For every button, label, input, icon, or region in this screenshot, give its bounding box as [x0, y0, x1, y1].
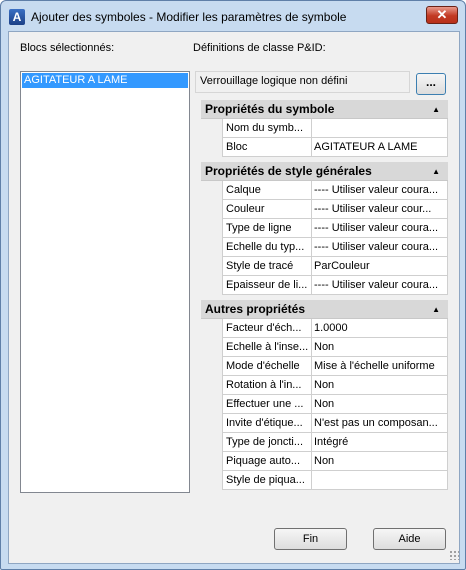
- property-name: Style de piqua...: [222, 471, 311, 490]
- property-name: Bloc: [222, 138, 311, 157]
- property-name: Rotation à l'in...: [222, 376, 311, 395]
- collapse-up-icon[interactable]: ▲: [432, 300, 440, 319]
- selected-blocks-label: Blocs sélectionnés:: [20, 42, 115, 54]
- property-name: Echelle du typ...: [222, 238, 311, 257]
- row-gutter: [201, 452, 222, 471]
- property-row[interactable]: Calque ---- Utiliser valeur coura...: [201, 181, 448, 200]
- title-bar[interactable]: A Ajouter des symboles - Modifier les pa…: [1, 1, 465, 31]
- property-value[interactable]: [311, 119, 448, 138]
- window-title: Ajouter des symboles - Modifier les para…: [31, 10, 347, 24]
- property-row[interactable]: Mode d'échelle Mise à l'échelle uniforme: [201, 357, 448, 376]
- browse-class-button[interactable]: ...: [416, 73, 446, 95]
- category-title: Propriétés du symbole: [205, 102, 335, 116]
- pid-class-definitions-label: Définitions de classe P&ID:: [193, 42, 326, 54]
- property-name: Piquage auto...: [222, 452, 311, 471]
- property-name: Facteur d'éch...: [222, 319, 311, 338]
- property-name: Style de tracé: [222, 257, 311, 276]
- collapse-up-icon[interactable]: ▲: [432, 162, 440, 181]
- property-name: Epaisseur de li...: [222, 276, 311, 295]
- property-row[interactable]: Nom du symb...: [201, 119, 448, 138]
- property-row[interactable]: Effectuer une ... Non: [201, 395, 448, 414]
- category-symbol-properties[interactable]: Propriétés du symbole ▲: [201, 100, 448, 119]
- property-name: Type de joncti...: [222, 433, 311, 452]
- dialog-client-area: Blocs sélectionnés: Définitions de class…: [8, 31, 460, 564]
- property-value[interactable]: ---- Utiliser valeur coura...: [311, 219, 448, 238]
- property-value[interactable]: N'est pas un composan...: [311, 414, 448, 433]
- help-button[interactable]: Aide: [373, 528, 446, 550]
- property-name: Couleur: [222, 200, 311, 219]
- collapse-up-icon[interactable]: ▲: [432, 100, 440, 119]
- property-value[interactable]: [311, 471, 448, 490]
- category-general-style-properties[interactable]: Propriétés de style générales ▲: [201, 162, 448, 181]
- row-gutter: [201, 414, 222, 433]
- property-row[interactable]: Epaisseur de li... ---- Utiliser valeur …: [201, 276, 448, 295]
- property-name: Nom du symb...: [222, 119, 311, 138]
- row-gutter: [201, 433, 222, 452]
- property-value[interactable]: ParCouleur: [311, 257, 448, 276]
- property-value[interactable]: Non: [311, 395, 448, 414]
- autocad-app-icon: A: [9, 9, 25, 25]
- property-row[interactable]: Invite d'étique... N'est pas un composan…: [201, 414, 448, 433]
- property-row[interactable]: Echelle à l'inse... Non: [201, 338, 448, 357]
- row-gutter: [201, 219, 222, 238]
- property-name: Effectuer une ...: [222, 395, 311, 414]
- row-gutter: [201, 357, 222, 376]
- row-gutter: [201, 338, 222, 357]
- property-name: Echelle à l'inse...: [222, 338, 311, 357]
- property-value[interactable]: Non: [311, 376, 448, 395]
- property-value[interactable]: ---- Utiliser valeur coura...: [311, 276, 448, 295]
- row-gutter: [201, 376, 222, 395]
- property-value[interactable]: ---- Utiliser valeur coura...: [311, 181, 448, 200]
- property-row[interactable]: Type de ligne ---- Utiliser valeur coura…: [201, 219, 448, 238]
- row-gutter: [201, 238, 222, 257]
- row-gutter: [201, 119, 222, 138]
- property-value[interactable]: Mise à l'échelle uniforme: [311, 357, 448, 376]
- row-gutter: [201, 319, 222, 338]
- property-name: Mode d'échelle: [222, 357, 311, 376]
- property-row[interactable]: Facteur d'éch... 1.0000: [201, 319, 448, 338]
- category-title: Autres propriétés: [205, 302, 306, 316]
- property-row[interactable]: Style de tracé ParCouleur: [201, 257, 448, 276]
- row-gutter: [201, 395, 222, 414]
- property-value[interactable]: Non: [311, 452, 448, 471]
- row-gutter: [201, 138, 222, 157]
- row-gutter: [201, 257, 222, 276]
- row-gutter: [201, 200, 222, 219]
- property-row[interactable]: Bloc AGITATEUR A LAME: [201, 138, 448, 157]
- row-gutter: [201, 181, 222, 200]
- property-name: Type de ligne: [222, 219, 311, 238]
- property-grid: Propriétés du symbole ▲ Nom du symb... B…: [201, 100, 448, 490]
- row-gutter: [201, 471, 222, 490]
- close-button[interactable]: ✕: [426, 6, 458, 24]
- property-row[interactable]: Rotation à l'in... Non: [201, 376, 448, 395]
- resize-grip-icon[interactable]: [449, 550, 459, 560]
- category-other-properties[interactable]: Autres propriétés ▲: [201, 300, 448, 319]
- property-row[interactable]: Type de joncti... Intégré: [201, 433, 448, 452]
- property-value[interactable]: AGITATEUR A LAME: [311, 138, 448, 157]
- finish-button[interactable]: Fin: [274, 528, 347, 550]
- property-value[interactable]: ---- Utiliser valeur cour...: [311, 200, 448, 219]
- property-row[interactable]: Echelle du typ... ---- Utiliser valeur c…: [201, 238, 448, 257]
- dialog-window: A Ajouter des symboles - Modifier les pa…: [0, 0, 466, 570]
- property-row[interactable]: Couleur ---- Utiliser valeur cour...: [201, 200, 448, 219]
- property-name: Invite d'étique...: [222, 414, 311, 433]
- category-title: Propriétés de style générales: [205, 164, 372, 178]
- property-value[interactable]: 1.0000: [311, 319, 448, 338]
- property-value[interactable]: ---- Utiliser valeur coura...: [311, 238, 448, 257]
- selected-blocks-list[interactable]: AGITATEUR A LAME: [20, 71, 190, 493]
- property-name: Calque: [222, 181, 311, 200]
- row-gutter: [201, 276, 222, 295]
- property-row[interactable]: Piquage auto... Non: [201, 452, 448, 471]
- property-value[interactable]: Intégré: [311, 433, 448, 452]
- property-value[interactable]: Non: [311, 338, 448, 357]
- logic-lock-status: Verrouillage logique non défini: [195, 71, 410, 93]
- list-item-selected[interactable]: AGITATEUR A LAME: [22, 73, 188, 88]
- property-row[interactable]: Style de piqua...: [201, 471, 448, 490]
